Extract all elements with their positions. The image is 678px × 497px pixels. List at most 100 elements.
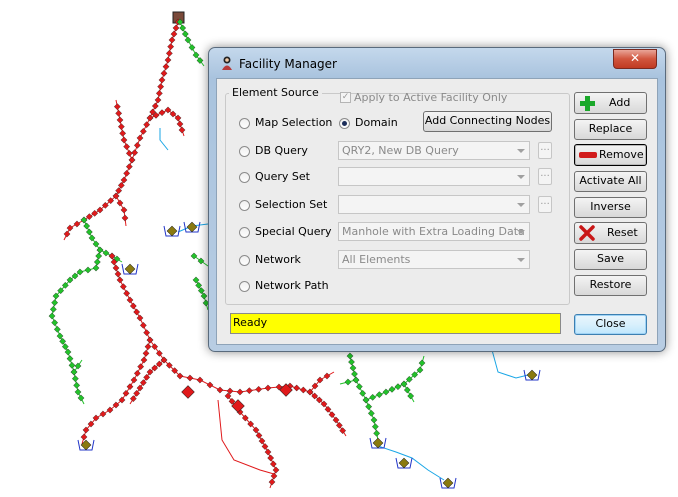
junction-node[interactable] — [255, 385, 263, 393]
junction-node[interactable] — [51, 319, 59, 327]
radio-network[interactable] — [239, 255, 250, 266]
junction-node[interactable] — [293, 384, 301, 392]
junction-node[interactable] — [115, 187, 123, 195]
junction-node[interactable] — [167, 43, 175, 51]
junction-node[interactable] — [151, 102, 159, 110]
junction-node[interactable] — [348, 358, 355, 366]
junction-node[interactable] — [63, 230, 71, 238]
junction-node[interactable] — [128, 156, 136, 164]
apply-active-facility-checkbox[interactable]: ✓ — [340, 92, 351, 103]
manhole-node[interactable] — [124, 263, 136, 275]
junction-node[interactable] — [144, 343, 152, 351]
junction-node[interactable] — [53, 325, 61, 333]
junction-node[interactable] — [394, 383, 402, 391]
junction-node[interactable] — [136, 134, 144, 142]
junction-node[interactable] — [172, 24, 180, 32]
junction-node[interactable] — [216, 386, 224, 394]
restore-button[interactable]: Restore — [574, 275, 647, 296]
junction-node[interactable] — [117, 123, 125, 131]
radio-network-path[interactable] — [239, 281, 250, 292]
junction-node[interactable] — [197, 287, 205, 295]
junction-node[interactable] — [93, 258, 101, 266]
junction-node[interactable] — [66, 355, 74, 363]
junction-node[interactable] — [80, 216, 88, 224]
manhole-node[interactable] — [181, 385, 195, 399]
junction-node[interactable] — [418, 359, 426, 367]
junction-node[interactable] — [74, 362, 82, 370]
manhole-node[interactable] — [166, 225, 178, 237]
junction-node[interactable] — [68, 361, 76, 369]
junction-node[interactable] — [188, 44, 196, 51]
junction-node[interactable] — [102, 249, 110, 257]
junction-node[interactable] — [160, 69, 168, 77]
junction-node[interactable] — [129, 395, 137, 403]
junction-node[interactable] — [140, 356, 148, 364]
junction-node[interactable] — [116, 199, 124, 207]
junction-node[interactable] — [95, 252, 103, 260]
junction-node[interactable] — [190, 252, 198, 260]
junction-node[interactable] — [261, 443, 269, 450]
junction-node[interactable] — [351, 370, 358, 378]
junction-node[interactable] — [403, 386, 411, 394]
window-close-button[interactable]: ✕ — [613, 49, 657, 69]
junction-node[interactable] — [112, 264, 120, 272]
junction-node[interactable] — [77, 394, 85, 402]
junction-node[interactable] — [123, 169, 131, 177]
junction-node[interactable] — [158, 76, 166, 84]
special-query-select[interactable]: Manhole with Extra Loading Data — [338, 222, 530, 241]
junction-node[interactable] — [116, 116, 124, 124]
junction-node[interactable] — [335, 421, 343, 429]
junction-node[interactable] — [170, 30, 178, 38]
junction-node[interactable] — [258, 437, 266, 445]
manhole-node[interactable] — [372, 437, 384, 449]
activate-all-button[interactable]: Activate All — [574, 171, 647, 192]
query-set-select[interactable] — [338, 167, 530, 186]
close-button[interactable]: Close — [574, 314, 647, 335]
junction-node[interactable] — [323, 372, 331, 380]
junction-node[interactable] — [164, 56, 172, 64]
junction-node[interactable] — [71, 375, 79, 383]
junction-node[interactable] — [136, 384, 144, 392]
junction-node[interactable] — [126, 383, 134, 391]
add-connecting-nodes-button[interactable]: Add Connecting Nodes — [423, 111, 552, 132]
junction-node[interactable] — [264, 384, 272, 392]
junction-node[interactable] — [73, 220, 81, 228]
junction-node[interactable] — [121, 214, 129, 222]
network-select[interactable]: All Elements — [338, 250, 530, 269]
junction-node[interactable] — [375, 391, 383, 399]
junction-node[interactable] — [272, 466, 280, 474]
radio-map-selection[interactable] — [239, 118, 250, 129]
junction-node[interactable] — [120, 206, 128, 214]
junction-node[interactable] — [133, 369, 141, 377]
radio-query-set[interactable] — [239, 172, 250, 183]
junction-node[interactable] — [178, 126, 186, 134]
junction-node[interactable] — [130, 376, 138, 384]
junction-node[interactable] — [184, 36, 192, 44]
manhole-node[interactable] — [398, 457, 410, 469]
junction-node[interactable] — [136, 314, 144, 322]
junction-node[interactable] — [151, 343, 159, 351]
junction-node[interactable] — [176, 120, 184, 128]
junction-node[interactable] — [155, 349, 163, 357]
radio-db-query[interactable] — [239, 146, 250, 157]
junction-node[interactable] — [154, 96, 162, 104]
junction-node[interactable] — [142, 349, 150, 357]
junction-node[interactable] — [113, 103, 121, 111]
junction-node[interactable] — [179, 24, 187, 32]
junction-node[interactable] — [143, 329, 151, 337]
junction-node[interactable] — [85, 228, 93, 236]
junction-node[interactable] — [56, 332, 64, 340]
junction-node[interactable] — [133, 389, 141, 397]
manhole-node[interactable] — [442, 477, 454, 489]
junction-node[interactable] — [206, 381, 214, 389]
manhole-node[interactable] — [186, 221, 198, 233]
junction-node[interactable] — [139, 379, 147, 387]
junction-node[interactable] — [362, 396, 370, 404]
junction-node[interactable] — [146, 336, 154, 344]
junction-node[interactable] — [88, 234, 96, 242]
junction-node[interactable] — [133, 308, 141, 316]
junction-node[interactable] — [115, 109, 123, 117]
junction-node[interactable] — [129, 302, 137, 310]
junction-node[interactable] — [268, 478, 276, 486]
junction-node[interactable] — [373, 429, 381, 437]
